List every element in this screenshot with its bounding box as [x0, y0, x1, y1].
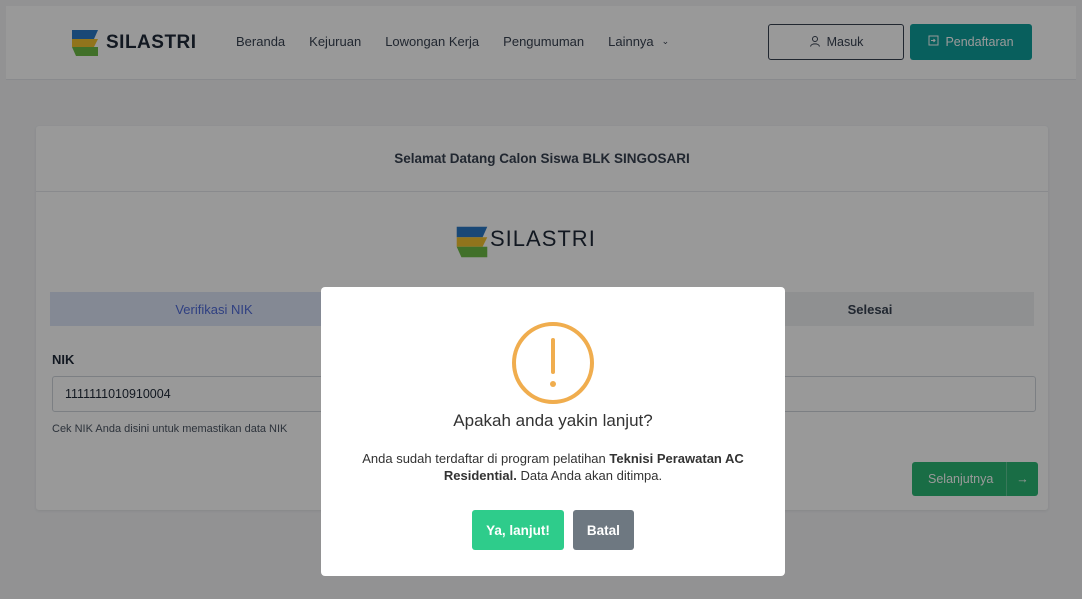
- dialog-message-suffix: Data Anda akan ditimpa.: [516, 468, 663, 483]
- confirm-dialog: Apakah anda yakin lanjut? Anda sudah ter…: [321, 287, 785, 576]
- warning-icon: [512, 322, 594, 404]
- dialog-message: Anda sudah terdaftar di program pelatiha…: [341, 450, 765, 484]
- cancel-button[interactable]: Batal: [572, 510, 634, 550]
- confirm-button[interactable]: Ya, lanjut!: [472, 510, 564, 550]
- dialog-message-prefix: Anda sudah terdaftar di program pelatiha…: [362, 451, 610, 466]
- dialog-title: Apakah anda yakin lanjut?: [453, 411, 653, 430]
- dialog-actions: Ya, lanjut! Batal: [321, 510, 785, 550]
